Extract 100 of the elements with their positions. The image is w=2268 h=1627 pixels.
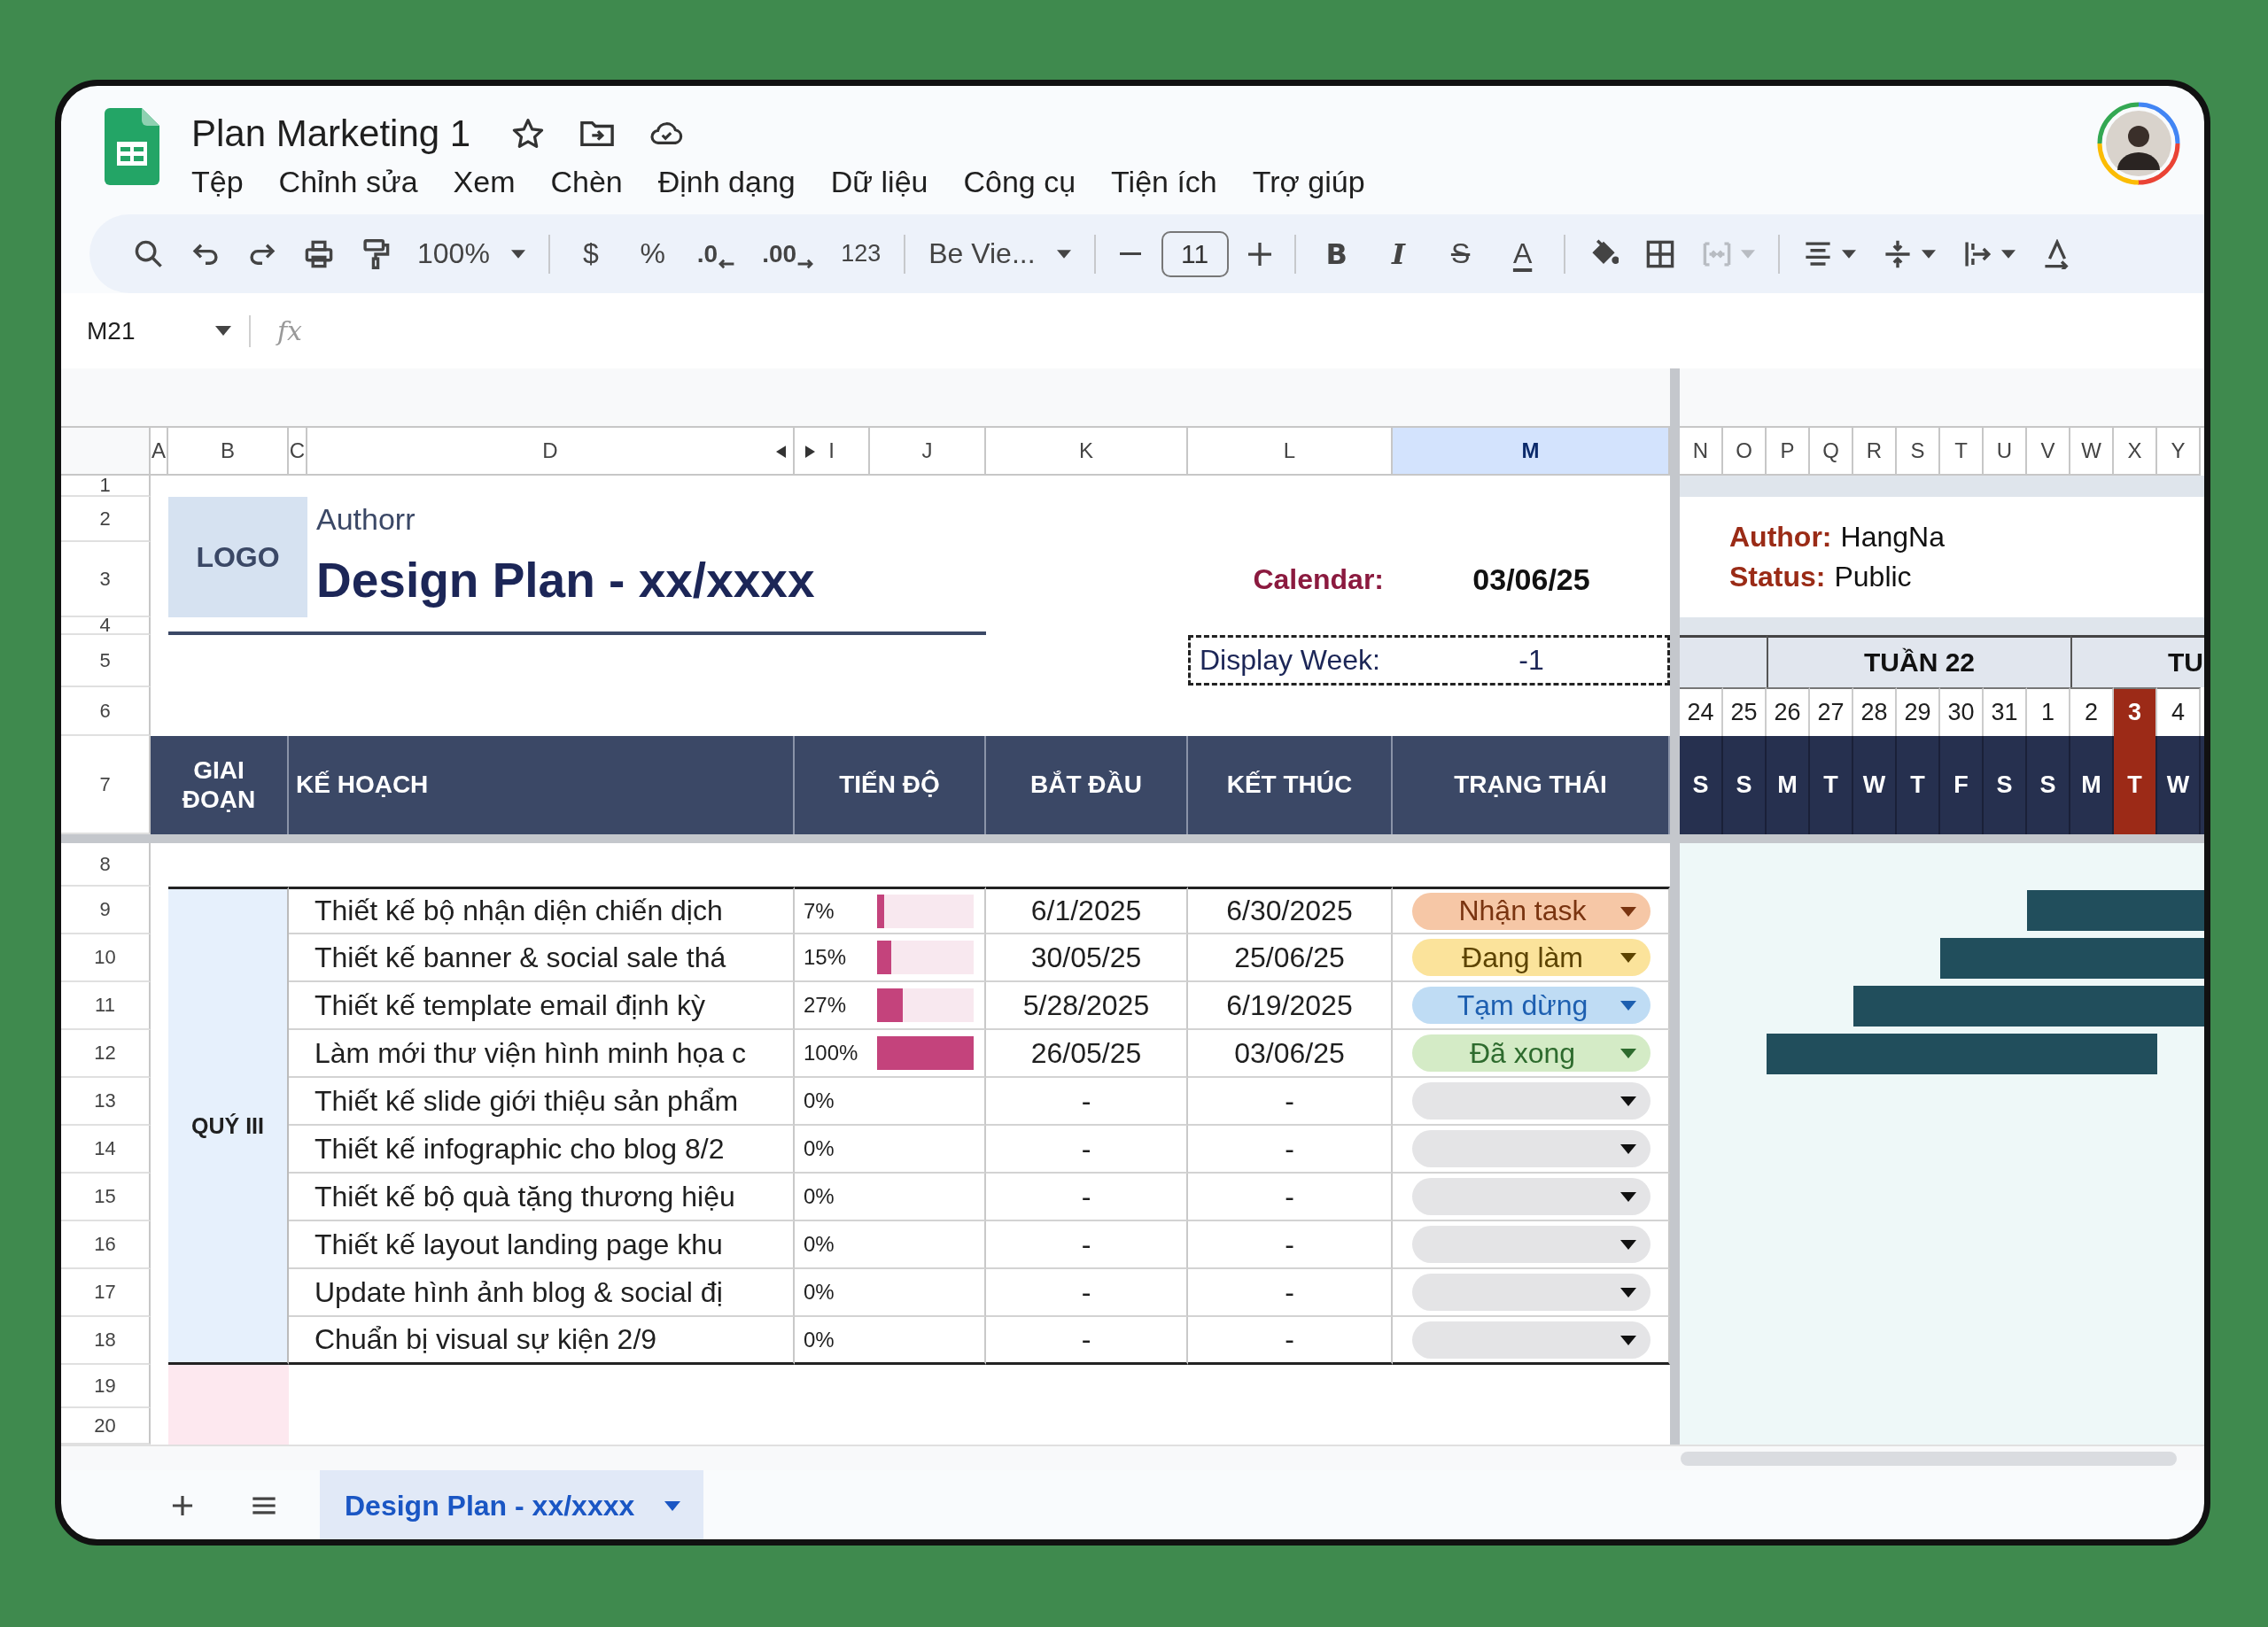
row-header[interactable]: 6 <box>61 687 151 736</box>
column-header[interactable]: O <box>1723 428 1767 476</box>
menu-item[interactable]: Dữ liệu <box>830 165 928 199</box>
menu-item[interactable]: Chỉnh sửa <box>278 165 418 199</box>
name-box[interactable]: M21 <box>87 316 215 345</box>
sheet-tab[interactable]: Design Plan - xx/xxxx <box>320 1470 704 1539</box>
column-header[interactable]: K <box>986 428 1188 476</box>
column-header[interactable]: N <box>1680 428 1723 476</box>
status-dropdown[interactable]: Tạm dừng <box>1412 987 1651 1024</box>
paint-roller-icon <box>361 238 391 269</box>
column-header[interactable]: I <box>795 428 870 476</box>
row-header[interactable]: 11 <box>61 982 151 1030</box>
column-header[interactable]: W <box>2070 428 2114 476</box>
display-week-setting[interactable]: Display Week: -1 <box>1188 635 1670 686</box>
toolbar-dropdown[interactable]: 100% <box>410 229 532 279</box>
spreadsheet-icon[interactable] <box>105 108 159 185</box>
font-size-field[interactable]: 11 <box>1161 230 1229 277</box>
row-header[interactable]: 16 <box>61 1221 151 1269</box>
column-header[interactable]: U <box>1984 428 2027 476</box>
menu-item[interactable]: Chèn <box>550 165 623 199</box>
row-header[interactable]: 13 <box>61 1078 151 1126</box>
column-header[interactable]: J <box>870 428 986 476</box>
row-header[interactable]: 20 <box>61 1408 151 1445</box>
row-header[interactable]: 7 <box>61 736 151 834</box>
toolbar-button[interactable]: 123 <box>834 229 889 279</box>
menu-item[interactable]: Tiện ích <box>1111 165 1217 199</box>
start-date: - <box>986 1269 1188 1317</box>
column-header[interactable]: B <box>168 428 289 476</box>
table-header: BẮT ĐẦU <box>986 736 1188 834</box>
row-header[interactable]: 15 <box>61 1174 151 1221</box>
star-icon[interactable] <box>511 119 546 149</box>
column-header[interactable]: A <box>151 428 168 476</box>
right-triangle-icon[interactable] <box>805 445 815 458</box>
column-header[interactable]: L <box>1188 428 1393 476</box>
status-dropdown[interactable]: Nhận task <box>1412 892 1651 930</box>
toolbar-button[interactable]: % <box>627 229 678 279</box>
column-header[interactable]: P <box>1767 428 1810 476</box>
row-header[interactable]: 12 <box>61 1030 151 1078</box>
start-date: - <box>986 1078 1188 1126</box>
column-header[interactable]: D <box>307 428 795 476</box>
status-dropdown[interactable]: Đang làm <box>1412 939 1651 976</box>
weekday-header: F <box>1940 736 1984 834</box>
row-header[interactable]: 8 <box>61 843 151 887</box>
caret-icon <box>2000 249 2016 259</box>
column-header[interactable]: V <box>2027 428 2070 476</box>
task-name: Chuẩn bị visual sự kiện 2/9 <box>289 1317 795 1365</box>
row-header[interactable]: 10 <box>61 934 151 982</box>
day-number: 28 <box>1853 687 1897 736</box>
task-name: Thiết kế slide giới thiệu sản phẩm <box>289 1078 795 1126</box>
column-header[interactable]: M <box>1393 428 1670 476</box>
toolbar-button[interactable]: $ <box>565 229 616 279</box>
day-number: 31 <box>1984 687 2027 736</box>
scrollbar[interactable] <box>1681 1451 2177 1466</box>
plus-icon <box>1247 242 1271 266</box>
toolbar-button[interactable]: A <box>1497 229 1548 279</box>
toolbar-button[interactable]: S <box>1435 229 1486 279</box>
end-date: 6/30/2025 <box>1188 887 1393 934</box>
caret-icon <box>1620 1144 1636 1154</box>
toolbar-button[interactable]: .00 <box>755 229 822 279</box>
row-header[interactable]: 17 <box>61 1269 151 1317</box>
status-dropdown[interactable]: Đã xong <box>1412 1034 1651 1072</box>
day-number: 30 <box>1940 687 1984 736</box>
toolbar-button[interactable]: .0 <box>689 229 743 279</box>
row-header[interactable]: 5 <box>61 635 151 687</box>
column-header[interactable]: X <box>2114 428 2157 476</box>
row-header[interactable]: 4 <box>61 617 151 635</box>
row-header[interactable]: 9 <box>61 887 151 934</box>
row-header[interactable]: 3 <box>61 542 151 617</box>
menu-item[interactable]: Tệp <box>191 165 244 199</box>
menu-item[interactable]: Xem <box>453 165 516 199</box>
column-header[interactable]: Y <box>2157 428 2201 476</box>
menu-item[interactable]: Trợ giúp <box>1252 165 1365 199</box>
caret-icon <box>1740 249 1755 259</box>
row-header[interactable]: 14 <box>61 1126 151 1174</box>
table-header: TRẠNG THÁI <box>1393 736 1670 834</box>
folder-icon[interactable] <box>580 119 615 149</box>
info-label: Author: <box>1729 521 1832 554</box>
row-header[interactable]: 18 <box>61 1317 151 1365</box>
toolbar-button[interactable]: I <box>1373 229 1424 279</box>
toolbar-button[interactable]: B <box>1311 229 1362 279</box>
avatar-icon[interactable] <box>2096 101 2181 186</box>
row-header[interactable]: 2 <box>61 497 151 542</box>
weekday-header: S <box>1680 736 1723 834</box>
toolbar-dropdown[interactable]: Be Vie... <box>921 229 1078 279</box>
left-triangle-icon[interactable] <box>776 445 786 458</box>
caret-icon[interactable] <box>215 326 231 336</box>
day-number: 25 <box>1723 687 1767 736</box>
column-header[interactable]: S <box>1897 428 1940 476</box>
quarter-label: QUÝ III <box>168 887 289 1365</box>
row-header[interactable]: 1 <box>61 476 151 497</box>
menu-item[interactable]: Công cụ <box>963 165 1076 199</box>
caret-icon <box>1620 1001 1636 1011</box>
printer-icon <box>304 238 334 269</box>
document-title[interactable]: Plan Marketing 1 <box>191 112 471 155</box>
row-header[interactable]: 19 <box>61 1365 151 1408</box>
menu-item[interactable]: Định dạng <box>657 165 796 199</box>
column-header[interactable]: C <box>289 428 307 476</box>
column-header[interactable]: T <box>1940 428 1984 476</box>
column-header[interactable]: R <box>1853 428 1897 476</box>
column-header[interactable]: Q <box>1810 428 1853 476</box>
